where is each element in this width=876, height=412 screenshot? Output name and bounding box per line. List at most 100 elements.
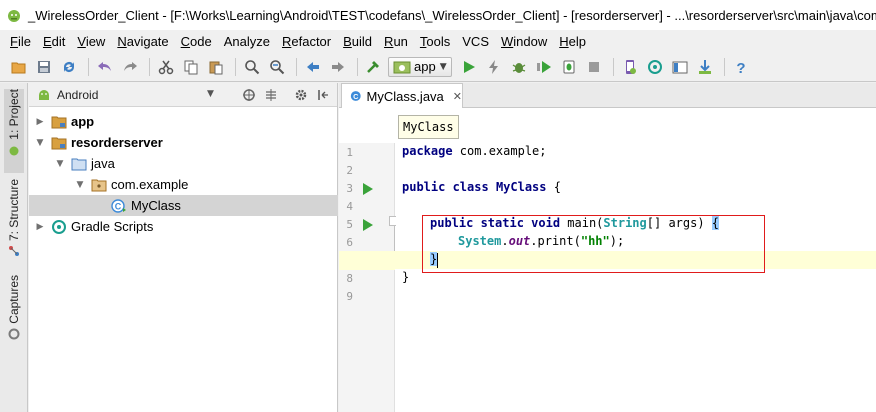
menu-label: indow	[513, 33, 548, 49]
project-view-selector[interactable]: Android ▼	[29, 83, 337, 107]
tree-item[interactable]: ▼ resorderserver	[29, 132, 338, 153]
menu-label: uild	[351, 33, 373, 49]
save-all-icon[interactable]	[33, 56, 55, 78]
tree-item-label: java	[91, 156, 115, 171]
sdk-manager-icon[interactable]	[694, 56, 716, 78]
menu-item[interactable]: Edit	[35, 34, 69, 49]
attach-debugger-icon[interactable]	[558, 56, 580, 78]
gradle-icon	[51, 219, 67, 235]
tab-structure[interactable]: 7: Structure	[4, 179, 24, 263]
menu-mnemonic: B	[343, 33, 352, 49]
run-config-dropdown[interactable]: app ▼	[388, 56, 452, 77]
make-project-icon[interactable]	[363, 56, 385, 78]
tab-myclass-java[interactable]: C MyClass.java ✕	[341, 83, 463, 108]
menu-item[interactable]: VCS	[454, 34, 493, 49]
menu-item[interactable]: File	[4, 34, 35, 49]
tree-item[interactable]: ▶ Gradle Scripts	[29, 216, 338, 237]
stop-icon[interactable]	[583, 56, 605, 78]
run-icon[interactable]	[458, 56, 480, 78]
menu-item[interactable]: View	[69, 34, 109, 49]
close-icon[interactable]: ✕	[453, 90, 462, 103]
line-number: 6	[346, 236, 353, 249]
open-folder-icon[interactable]	[8, 56, 30, 78]
collapse-arrow-icon[interactable]: ▶	[35, 222, 45, 232]
debug-icon[interactable]	[508, 56, 530, 78]
menu-item[interactable]: Run	[376, 34, 412, 49]
project-panel-tools	[235, 87, 331, 103]
menu-item[interactable]: Refactor	[274, 34, 335, 49]
menu-item[interactable]: Analyze	[216, 34, 274, 49]
expand-arrow-icon[interactable]: ▼	[35, 138, 45, 148]
fold-guide	[394, 226, 395, 254]
toolbar-separator	[357, 57, 358, 76]
find-icon[interactable]	[241, 56, 263, 78]
tab-captures[interactable]: Captures	[4, 275, 24, 345]
menu-mnemonic: W	[501, 33, 514, 49]
cut-icon[interactable]	[155, 56, 177, 78]
collapse-arrow-icon[interactable]: ▶	[35, 117, 45, 127]
tree-item[interactable]: ▼ java	[29, 153, 338, 174]
code-token: MyClass	[495, 180, 547, 194]
menu-item[interactable]: Tools	[412, 34, 454, 49]
menu-mnemonic: H	[559, 33, 569, 49]
undo-icon[interactable]	[94, 56, 116, 78]
android-module-icon	[393, 61, 411, 73]
source-folder-icon	[71, 156, 87, 172]
annotation-highlight-box	[422, 215, 765, 273]
toolbar-separator	[149, 57, 150, 76]
chevron-down-icon: ▼	[439, 61, 447, 72]
tab-project[interactable]: 1: Project	[4, 89, 24, 173]
help-icon[interactable]: ?	[730, 56, 752, 78]
toolbar-separator	[723, 57, 725, 76]
code-editor[interactable]: package com.example; public class MyClas…	[339, 143, 876, 412]
copy-icon[interactable]	[180, 56, 202, 78]
project-structure-icon[interactable]	[669, 56, 691, 78]
collapse-all-icon[interactable]	[263, 87, 279, 103]
menu-label: ile	[17, 33, 31, 49]
tab-label: MyClass.java	[366, 88, 444, 104]
menu-label: iew	[85, 33, 106, 49]
sync-gradle-icon[interactable]	[644, 56, 666, 78]
menu-label: dit	[51, 33, 66, 49]
menu-item[interactable]: Window	[493, 34, 551, 49]
apply-changes-icon[interactable]	[483, 56, 505, 78]
gear-icon[interactable]	[293, 87, 309, 103]
expand-arrow-icon[interactable]: ▼	[75, 180, 85, 190]
code-token: }	[402, 270, 410, 284]
tree-item[interactable]: C MyClass	[29, 195, 338, 216]
menu-label: avigate	[126, 33, 169, 49]
code-token: package	[402, 144, 453, 158]
expand-arrow-icon[interactable]: ▼	[55, 159, 65, 169]
tree-item[interactable]: ▶ app	[29, 111, 338, 132]
line-number: 1	[346, 146, 353, 159]
code-line-1: package com.example;	[402, 144, 547, 158]
back-icon[interactable]	[302, 56, 324, 78]
run-config-label: app	[414, 59, 436, 74]
menu-item[interactable]: Help	[551, 34, 590, 49]
package-icon	[91, 177, 107, 193]
tree-item[interactable]: ▼ com.example	[29, 174, 338, 195]
code-token: com.example;	[452, 144, 547, 158]
hide-panel-icon[interactable]	[315, 87, 331, 103]
editor-gutter: 123456789	[339, 143, 399, 412]
redo-icon[interactable]	[119, 56, 141, 78]
menu-item[interactable]: Navigate	[109, 34, 172, 49]
scroll-from-source-icon[interactable]	[241, 87, 257, 103]
run-gutter-icon[interactable]	[363, 219, 373, 231]
menu-mnemonic: F	[10, 33, 18, 49]
menu-item[interactable]: Build	[335, 34, 376, 49]
run-gutter-icon[interactable]	[363, 183, 373, 195]
replace-icon[interactable]	[266, 56, 288, 78]
avd-manager-icon[interactable]	[619, 56, 641, 78]
java-class-icon: C	[111, 198, 127, 214]
chevron-down-icon[interactable]: ▼	[207, 89, 214, 99]
forward-icon[interactable]	[327, 56, 349, 78]
editor-tab-bar: C MyClass.java ✕	[339, 83, 876, 108]
sync-icon[interactable]	[58, 56, 80, 78]
android-icon	[39, 89, 49, 100]
menu-label: VCS	[462, 33, 489, 49]
menu-item[interactable]: Code	[173, 34, 216, 49]
tree-item-label: resorderserver	[71, 135, 163, 150]
paste-icon[interactable]	[205, 56, 227, 78]
coverage-icon[interactable]	[533, 56, 555, 78]
